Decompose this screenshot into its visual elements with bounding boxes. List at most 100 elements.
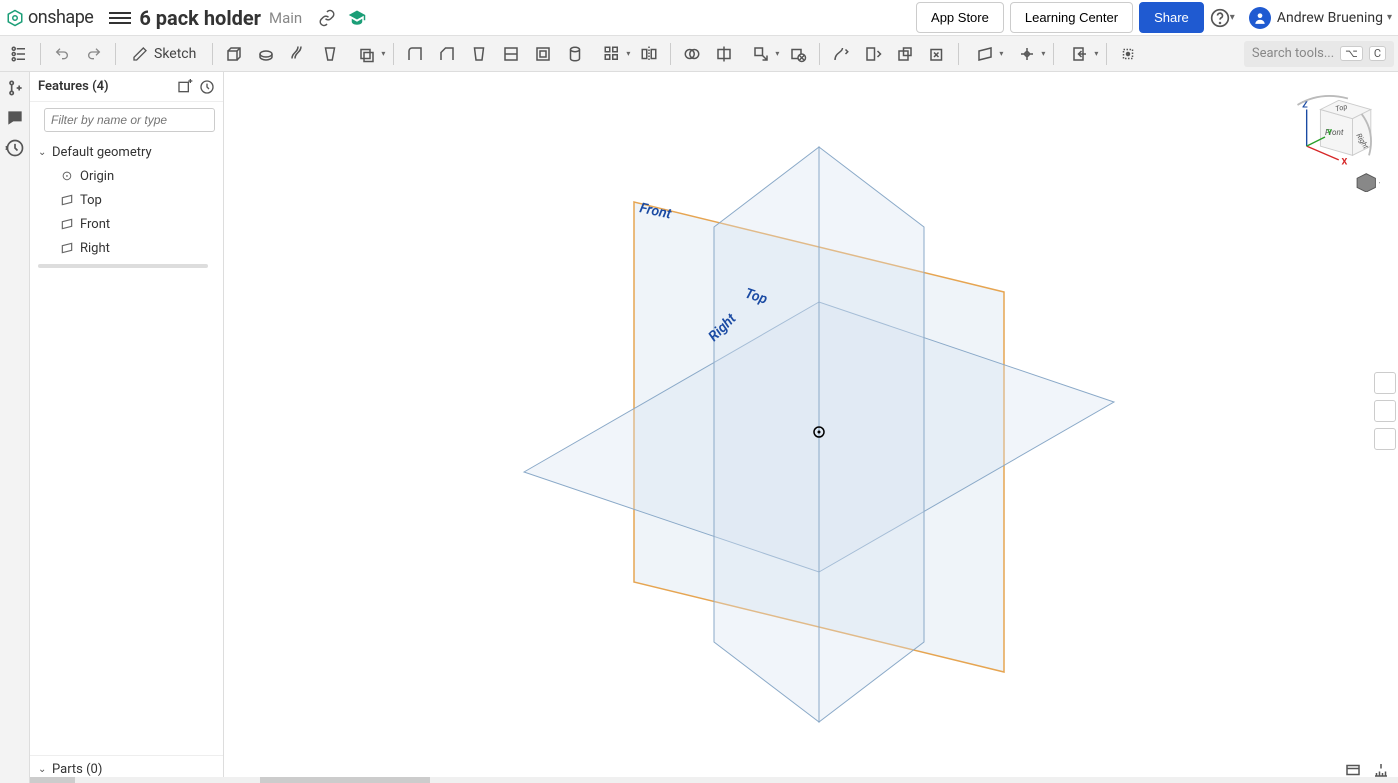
right-tool-rail xyxy=(1374,372,1398,450)
onshape-logo-icon xyxy=(6,9,24,27)
loft-button[interactable] xyxy=(315,40,345,68)
thicken-button[interactable]: ▾ xyxy=(347,40,387,68)
link-icon[interactable] xyxy=(318,9,336,27)
mate-connector-button[interactable]: ▾ xyxy=(1007,40,1047,68)
boolean-button[interactable] xyxy=(677,40,707,68)
plane-icon xyxy=(976,45,994,63)
tree-label: Origin xyxy=(80,169,114,184)
split-button[interactable] xyxy=(709,40,739,68)
select-button[interactable] xyxy=(1113,40,1143,68)
search-tools[interactable]: Search tools... ⌥ C xyxy=(1244,41,1394,67)
avatar-icon xyxy=(1249,7,1271,29)
right-rail-btn-2[interactable] xyxy=(1374,400,1396,422)
comments-icon[interactable] xyxy=(5,108,25,128)
learning-center-button[interactable]: Learning Center xyxy=(1010,2,1133,33)
undo-button[interactable] xyxy=(47,40,77,68)
undo-icon xyxy=(54,46,70,62)
search-key1: ⌥ xyxy=(1340,46,1363,61)
bottom-scrollbar[interactable] xyxy=(30,777,1398,783)
search-placeholder: Search tools... xyxy=(1252,46,1334,61)
right-plane-poly2[interactable] xyxy=(714,147,819,722)
transform-button[interactable]: ▾ xyxy=(741,40,781,68)
chamfer-button[interactable] xyxy=(432,40,462,68)
draft-button[interactable] xyxy=(464,40,494,68)
left-rail xyxy=(0,72,30,783)
rollback-icon[interactable] xyxy=(199,79,215,95)
filter-row xyxy=(30,102,223,138)
plane-item-icon xyxy=(60,217,74,231)
hole-icon xyxy=(566,45,584,63)
revolve-icon xyxy=(257,45,275,63)
tree-front-plane[interactable]: Front xyxy=(30,212,223,236)
main-menu-button[interactable] xyxy=(109,7,131,29)
extrude-button[interactable] xyxy=(219,40,249,68)
sweep-button[interactable] xyxy=(283,40,313,68)
plane-button[interactable]: ▾ xyxy=(965,40,1005,68)
y-label: Y xyxy=(1327,128,1333,138)
help-button[interactable]: ▾ xyxy=(1210,8,1235,28)
loft-icon xyxy=(321,45,339,63)
user-menu[interactable]: Andrew Bruening ▾ xyxy=(1249,7,1392,29)
app-logo[interactable]: onshape xyxy=(6,7,93,28)
split-icon xyxy=(715,45,733,63)
help-icon xyxy=(1210,8,1230,28)
draft-icon xyxy=(470,45,488,63)
shaded-view-button[interactable]: ▾ xyxy=(1357,174,1380,192)
tree-label: Front xyxy=(80,217,110,232)
pattern-linear-button[interactable]: ▾ xyxy=(592,40,632,68)
versions-icon[interactable] xyxy=(5,138,25,158)
origin-icon: ⊙ xyxy=(60,169,74,183)
tree-top-plane[interactable]: Top xyxy=(30,188,223,212)
view-cube[interactable]: Front Top Right Z X Y ▾ xyxy=(1270,82,1380,192)
chamfer-icon xyxy=(438,45,456,63)
rib-button[interactable] xyxy=(496,40,526,68)
tree-right-plane[interactable]: Right xyxy=(30,236,223,260)
panel-scrollbar[interactable] xyxy=(38,264,208,268)
mirror-button[interactable] xyxy=(634,40,664,68)
document-title[interactable]: 6 pack holder xyxy=(139,6,261,30)
right-plane-poly[interactable] xyxy=(819,147,924,722)
axis-icon xyxy=(1018,45,1036,63)
modeling-canvas[interactable]: Front Top Right Front Top Right Z X Y xyxy=(224,72,1398,783)
app-header: onshape 6 pack holder Main App Store Lea… xyxy=(0,0,1398,36)
feature-tree: ⌄ Default geometry ⊙ Origin Top Front Ri… xyxy=(30,138,223,274)
right-rail-btn-3[interactable] xyxy=(1374,428,1396,450)
tree-label: Top xyxy=(80,193,102,208)
fillet-button[interactable] xyxy=(400,40,430,68)
add-feature-icon[interactable] xyxy=(5,78,25,98)
user-name-label: Andrew Bruening xyxy=(1277,10,1383,26)
origin-dot xyxy=(818,431,821,434)
features-header: Features (4) xyxy=(30,72,223,102)
move-face-button[interactable] xyxy=(858,40,888,68)
modify-fillet-button[interactable] xyxy=(826,40,856,68)
tree-label: Right xyxy=(80,241,110,256)
app-name: onshape xyxy=(28,7,93,28)
delete-face-button[interactable] xyxy=(922,40,952,68)
redo-button[interactable] xyxy=(79,40,109,68)
replace-face-button[interactable] xyxy=(890,40,920,68)
shell-button[interactable] xyxy=(528,40,558,68)
import-button[interactable]: ▾ xyxy=(1060,40,1100,68)
filter-input[interactable] xyxy=(44,108,215,132)
sketch-button[interactable]: Sketch xyxy=(122,40,206,68)
revolve-button[interactable] xyxy=(251,40,281,68)
insert-feature-icon[interactable] xyxy=(177,79,193,95)
select-icon xyxy=(1119,45,1137,63)
share-button[interactable]: Share xyxy=(1139,2,1204,33)
shell-icon xyxy=(534,45,552,63)
right-rail-btn-1[interactable] xyxy=(1374,372,1396,394)
tree-origin[interactable]: ⊙ Origin xyxy=(30,164,223,188)
feature-toolbar: Sketch ▾ ▾ ▾ ▾ ▾ ▾ Search tools... ⌥ C xyxy=(0,36,1398,72)
delete-part-button[interactable] xyxy=(783,40,813,68)
feature-tree-toggle[interactable] xyxy=(4,40,34,68)
canvas-viewport: Front Top Right xyxy=(224,72,1398,783)
pencil-icon xyxy=(132,46,148,62)
rib-icon xyxy=(502,45,520,63)
document-branch[interactable]: Main xyxy=(269,9,302,27)
app-store-button[interactable]: App Store xyxy=(916,2,1004,33)
hole-button[interactable] xyxy=(560,40,590,68)
features-title: Features (4) xyxy=(38,79,109,94)
graduation-cap-icon[interactable] xyxy=(348,9,366,27)
delete-icon xyxy=(789,45,807,63)
tree-default-geometry[interactable]: ⌄ Default geometry xyxy=(30,140,223,164)
